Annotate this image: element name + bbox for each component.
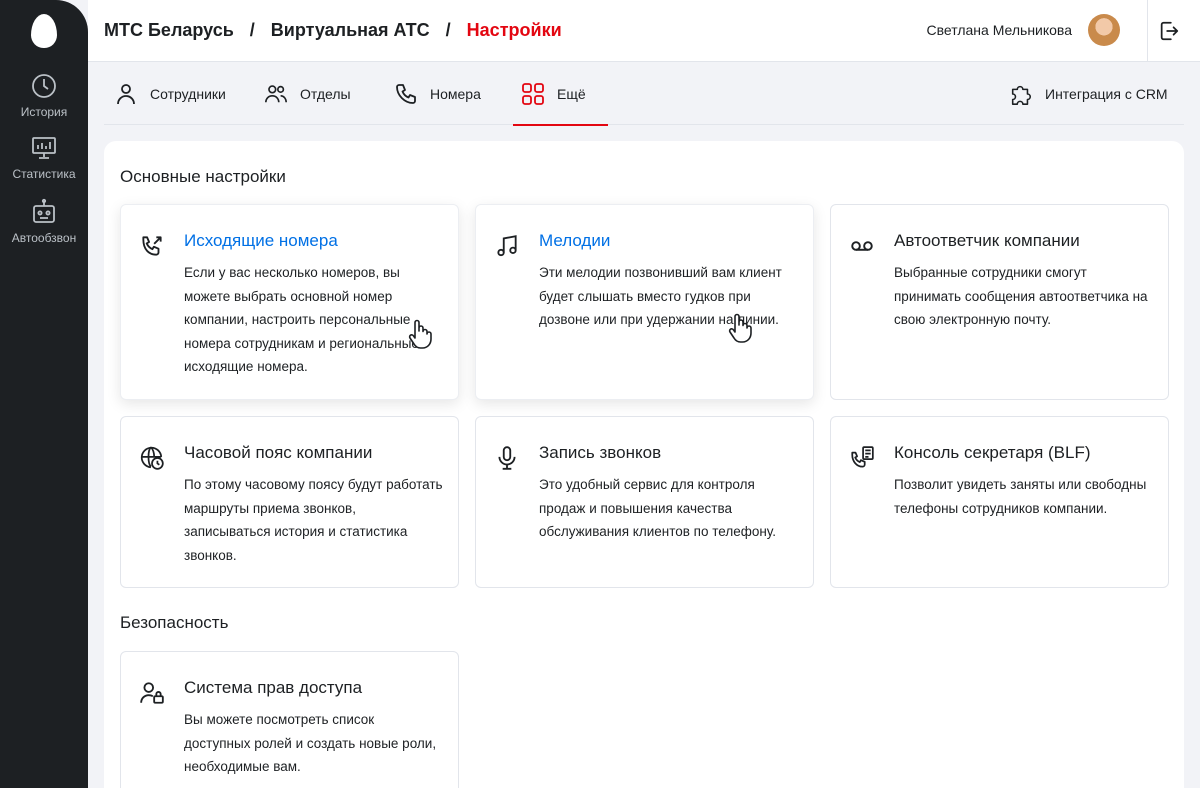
breadcrumb-current: Настройки <box>466 20 562 40</box>
tab-departments[interactable]: Отделы <box>264 62 351 125</box>
puzzle-icon <box>1011 85 1031 105</box>
tab-label: Отделы <box>300 85 351 102</box>
top-header: МТС Беларусь / Виртуальная АТС / Настрой… <box>88 0 1200 62</box>
grid-icon <box>522 82 544 105</box>
sidebar-item-label: История <box>20 105 68 119</box>
avatar[interactable] <box>1088 14 1120 46</box>
voicemail-icon <box>851 241 873 251</box>
section-title-main: Основные настройки <box>120 167 286 186</box>
card-description: Вы можете посмотреть список доступных ро… <box>184 712 437 774</box>
sidebar-item-statistics[interactable]: Статистика <box>0 134 88 190</box>
history-icon <box>32 74 56 98</box>
tab-more[interactable]: Ещё <box>513 62 608 126</box>
breadcrumb-product[interactable]: Виртуальная АТС <box>271 20 430 41</box>
card-title[interactable]: Система прав доступа <box>184 678 362 698</box>
card-title[interactable]: Исходящие номера <box>184 231 338 251</box>
breadcrumb-company[interactable]: МТС Беларусь <box>104 20 234 41</box>
card-description: По этому часовому поясу будут работать м… <box>184 477 443 563</box>
music-note-icon <box>497 235 517 257</box>
breadcrumb-separator: / <box>249 20 255 40</box>
card-title[interactable]: Запись звонков <box>539 443 661 463</box>
sidebar-item-autodial[interactable]: Автообзвон <box>0 198 88 254</box>
card-title[interactable]: Часовой пояс компании <box>184 443 372 463</box>
section-title-security: Безопасность <box>120 613 229 632</box>
card-title[interactable]: Мелодии <box>539 231 610 251</box>
settings-panel: Основные настройки Исходящие номера Если… <box>104 141 1184 788</box>
breadcrumb-separator: / <box>445 20 451 40</box>
card-outgoing-numbers[interactable]: Исходящие номера Если у вас несколько но… <box>120 204 459 400</box>
tab-employees[interactable]: Сотрудники <box>114 62 226 125</box>
microphone-icon <box>498 446 516 470</box>
sidebar-item-label: Автообзвон <box>11 231 77 245</box>
user-name[interactable]: Светлана Мельникова <box>927 22 1072 38</box>
logout-icon[interactable] <box>1158 20 1180 42</box>
sidebar-item-history[interactable]: История <box>0 72 88 128</box>
card-title[interactable]: Автоответчик компании <box>894 231 1080 251</box>
phone-list-icon <box>851 446 874 468</box>
tabs-bar: Сотрудники Отделы Номера Ещё Интеграция … <box>104 62 1184 126</box>
statistics-icon <box>32 137 56 159</box>
card-description: Эти мелодии позвонивший вам клиент будет… <box>539 265 782 327</box>
card-description: Это удобный сервис для контроля продаж и… <box>539 477 776 539</box>
tab-label: Номера <box>430 85 481 102</box>
card-call-recording[interactable]: Запись звонков Это удобный сервис для ко… <box>475 416 814 588</box>
tab-label: Ещё <box>557 85 586 102</box>
mts-egg-logo[interactable] <box>31 14 57 48</box>
phone-icon <box>396 83 416 104</box>
card-blf-console[interactable]: Консоль секретаря (BLF) Позволит увидеть… <box>830 416 1169 588</box>
user-lock-icon <box>140 682 164 704</box>
robot-icon <box>33 198 55 223</box>
card-description: Позволит увидеть заняты или свободны тел… <box>894 477 1147 516</box>
card-melodies[interactable]: Мелодии Эти мелодии позвонивший вам клие… <box>475 204 814 400</box>
globe-clock-icon <box>140 446 164 470</box>
sidebar: История Статистика Автообзвон <box>0 0 88 788</box>
tab-numbers[interactable]: Номера <box>394 62 481 125</box>
header-divider <box>1147 0 1148 62</box>
breadcrumb: МТС Беларусь / Виртуальная АТС / Настрой… <box>104 20 562 41</box>
sidebar-item-label: Статистика <box>12 167 76 181</box>
crm-integration-label: Интеграция с CRM <box>1045 85 1168 102</box>
card-title[interactable]: Консоль секретаря (BLF) <box>894 443 1091 463</box>
card-timezone[interactable]: Часовой пояс компании По этому часовому … <box>120 416 459 588</box>
phone-outgoing-icon <box>142 236 162 256</box>
crm-integration-link[interactable]: Интеграция с CRM <box>1009 62 1168 125</box>
card-access-rights[interactable]: Система прав доступа Вы можете посмотрет… <box>120 651 459 788</box>
card-description: Если у вас несколько номеров, вы можете … <box>184 265 419 374</box>
tab-label: Сотрудники <box>150 85 226 102</box>
card-description: Выбранные сотрудники смогут принимать со… <box>894 265 1148 327</box>
person-icon <box>117 83 135 104</box>
card-voicemail[interactable]: Автоответчик компании Выбранные сотрудни… <box>830 204 1169 400</box>
people-icon <box>265 84 287 102</box>
